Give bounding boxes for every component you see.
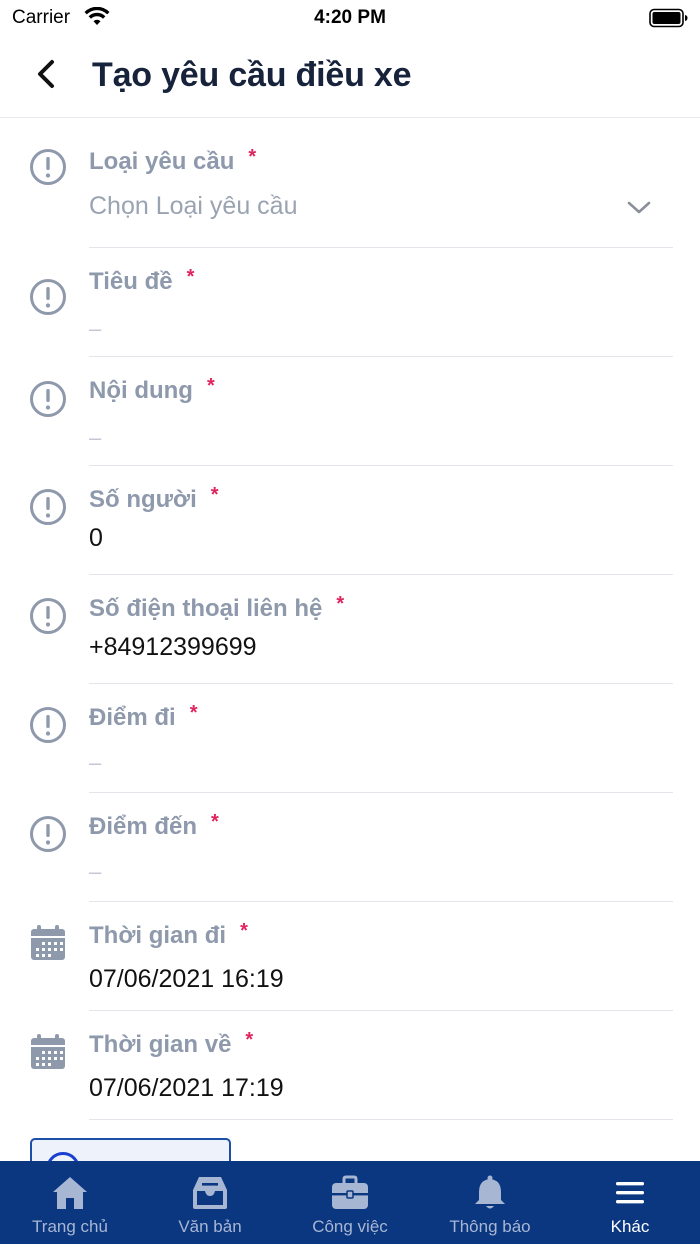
field-destination[interactable]: Điểm đến * – xyxy=(0,793,700,902)
departure-point-input[interactable]: – xyxy=(89,750,101,776)
field-label: Số điện thoại liên hệ * xyxy=(89,593,345,622)
back-button[interactable] xyxy=(30,54,74,98)
required-marker: * xyxy=(210,484,219,506)
tab-label: Khác xyxy=(610,1217,650,1236)
tab-more[interactable]: Khác xyxy=(560,1161,700,1244)
field-label: Điểm đến * xyxy=(89,811,219,840)
tab-tasks[interactable]: Công việc xyxy=(280,1161,420,1244)
field-passenger-count[interactable]: Số người * 0 xyxy=(0,466,700,575)
required-marker: * xyxy=(336,593,345,615)
info-icon xyxy=(30,381,66,417)
field-content[interactable]: Nội dung * – xyxy=(0,357,700,466)
contact-phone-input[interactable]: +84912399699 xyxy=(89,633,257,662)
vehicle-request-form: Loại yêu cầu * Chọn Loại yêu cầu Tiêu đề *… xyxy=(0,118,700,1120)
calendar-icon xyxy=(31,925,65,960)
bell-icon xyxy=(475,1175,505,1209)
required-marker: * xyxy=(240,920,248,942)
battery-icon xyxy=(649,8,688,28)
required-marker: * xyxy=(211,811,219,833)
destination-input[interactable]: – xyxy=(89,859,101,885)
tab-label: Công việc xyxy=(312,1217,388,1236)
field-title[interactable]: Tiêu đề * – xyxy=(0,248,700,357)
passenger-count-input[interactable]: 0 xyxy=(89,524,103,553)
tab-bar: Trang chủ Văn bản Công việc Thông báo Kh… xyxy=(0,1161,700,1244)
return-time-picker[interactable]: 07/06/2021 17:19 xyxy=(89,1074,284,1103)
field-label: Số người * xyxy=(89,484,219,513)
field-label: Nội dung * xyxy=(89,375,215,404)
page-title: Tạo yêu cầu điều xe xyxy=(92,56,412,94)
required-marker: * xyxy=(245,1029,254,1051)
calendar-icon xyxy=(31,1034,65,1069)
info-icon xyxy=(30,149,66,185)
required-marker: * xyxy=(189,702,198,724)
departure-time-picker[interactable]: 07/06/2021 16:19 xyxy=(89,965,284,994)
field-label: Điểm đi * xyxy=(89,702,198,731)
tab-home[interactable]: Trang chủ xyxy=(0,1161,140,1244)
field-contact-phone[interactable]: Số điện thoại liên hệ * +84912399699 xyxy=(0,575,700,684)
tab-label: Trang chủ xyxy=(32,1217,108,1236)
tab-notifications[interactable]: Thông báo xyxy=(420,1161,560,1244)
divider xyxy=(89,1119,673,1120)
required-marker: * xyxy=(186,266,195,288)
info-icon xyxy=(30,489,66,525)
inbox-icon xyxy=(193,1177,227,1209)
field-label: Thời gian về * xyxy=(89,1029,254,1058)
chevron-left-icon xyxy=(38,60,54,88)
menu-icon xyxy=(616,1182,644,1204)
briefcase-icon xyxy=(332,1175,368,1209)
nav-header: Tạo yêu cầu điều xe xyxy=(0,36,700,118)
required-marker: * xyxy=(248,146,257,168)
status-bar: Carrier 4:20 PM xyxy=(0,0,700,36)
field-request-type[interactable]: Loại yêu cầu * Chọn Loại yêu cầu xyxy=(0,118,700,248)
title-input[interactable]: – xyxy=(89,316,101,342)
info-icon xyxy=(30,279,66,315)
required-marker: * xyxy=(206,375,215,397)
field-departure-time[interactable]: Thời gian đi * 07/06/2021 16:19 xyxy=(0,902,700,1011)
field-departure-point[interactable]: Điểm đi * – xyxy=(0,684,700,793)
field-label: Tiêu đề * xyxy=(89,266,195,295)
clock: 4:20 PM xyxy=(314,7,386,28)
info-icon xyxy=(30,598,66,634)
tab-documents[interactable]: Văn bản xyxy=(140,1161,280,1244)
field-return-time[interactable]: Thời gian về * 07/06/2021 17:19 xyxy=(0,1011,700,1120)
field-label: Loại yêu cầu * xyxy=(89,146,257,175)
content-input[interactable]: – xyxy=(89,425,101,451)
home-icon xyxy=(53,1177,87,1209)
info-icon xyxy=(30,816,66,852)
field-label: Thời gian đi * xyxy=(89,920,248,949)
request-type-select[interactable]: Chọn Loại yêu cầu xyxy=(89,192,297,221)
info-icon xyxy=(30,707,66,743)
chevron-down-icon[interactable] xyxy=(626,200,652,216)
tab-label: Thông báo xyxy=(449,1217,531,1236)
tab-label: Văn bản xyxy=(178,1217,242,1236)
